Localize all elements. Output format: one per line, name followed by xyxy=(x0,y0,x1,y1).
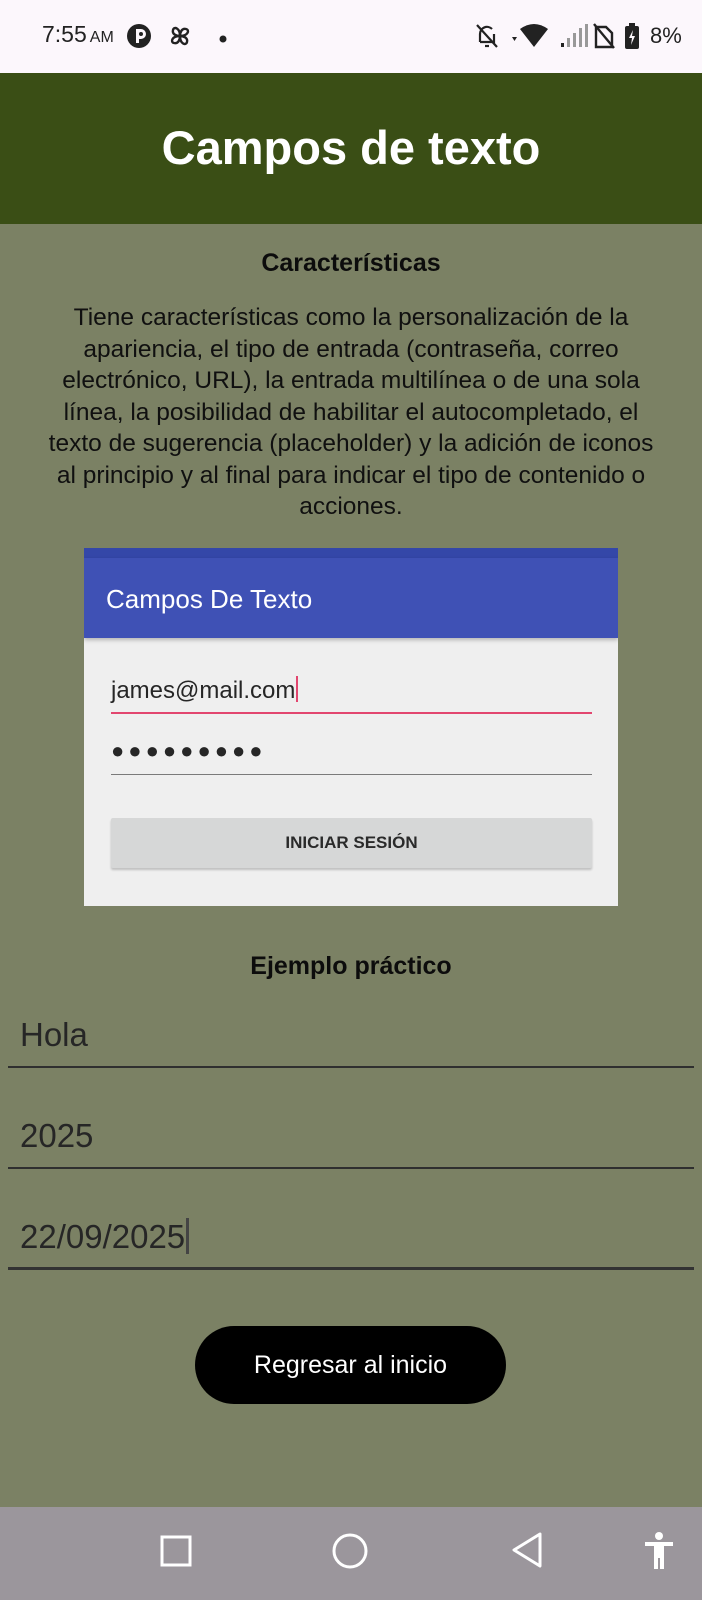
app-bar: Campos de texto xyxy=(0,73,702,224)
example-app-bar: Campos De Texto xyxy=(84,558,618,638)
back-to-home-label: Regresar al inicio xyxy=(253,1350,448,1379)
pinwheel-icon xyxy=(166,22,194,55)
status-time-value: 7:55 xyxy=(42,21,87,47)
example-email-value: james@mail.com xyxy=(111,677,296,704)
text-cursor xyxy=(186,1218,190,1254)
text-field-3-content: 22/09/2025 xyxy=(20,1218,190,1256)
bell-off-icon xyxy=(474,22,500,55)
example-text-cursor xyxy=(296,676,299,702)
example-login-button-label: INICIAR SESIÓN xyxy=(285,833,418,852)
example-image: Campos De Texto james@mail.com ●●●●●●●●●… xyxy=(84,548,618,906)
wifi-icon xyxy=(512,23,556,54)
example-status-bar xyxy=(84,548,618,558)
features-heading: Características xyxy=(261,249,441,277)
example-password-value: ●●●●●●●●● xyxy=(111,738,267,763)
status-time: 7:55 AM xyxy=(42,21,114,48)
practical-example-heading: Ejemplo práctico xyxy=(250,952,452,980)
recents-square-icon[interactable] xyxy=(159,1534,193,1573)
text-field-2-value: 2025 xyxy=(20,1117,94,1154)
navigation-bar xyxy=(0,1507,702,1600)
status-bar: 7:55 AM 8% xyxy=(0,0,702,73)
features-description: Tiene características como la personaliz… xyxy=(48,304,654,520)
example-email-field: james@mail.com xyxy=(111,676,592,714)
text-field-3-value: 22/09/2025 xyxy=(20,1218,186,1255)
accessibility-icon[interactable] xyxy=(642,1531,676,1576)
text-field-1-value: Hola xyxy=(20,1016,88,1053)
text-field-1[interactable]: Hola xyxy=(8,1008,694,1068)
battery-icon xyxy=(624,22,640,55)
back-triangle-icon[interactable] xyxy=(510,1531,544,1574)
example-password-field: ●●●●●●●●● xyxy=(111,738,592,775)
home-circle-icon[interactable] xyxy=(331,1532,369,1575)
text-field-2[interactable]: 2025 xyxy=(8,1109,694,1169)
app-r-icon xyxy=(125,22,153,55)
example-login-button: INICIAR SESIÓN xyxy=(111,818,592,868)
status-time-ampm: AM xyxy=(89,29,114,46)
text-field-3[interactable]: 22/09/2025 xyxy=(8,1210,694,1270)
no-sim-icon xyxy=(593,23,615,54)
back-to-home-button[interactable]: Regresar al inicio xyxy=(195,1326,506,1404)
signal-icon xyxy=(560,24,588,53)
battery-percent: 8% xyxy=(650,23,682,48)
page-title: Campos de texto xyxy=(161,121,541,174)
example-app-title: Campos De Texto xyxy=(106,584,313,614)
notification-dot-icon xyxy=(218,31,228,49)
